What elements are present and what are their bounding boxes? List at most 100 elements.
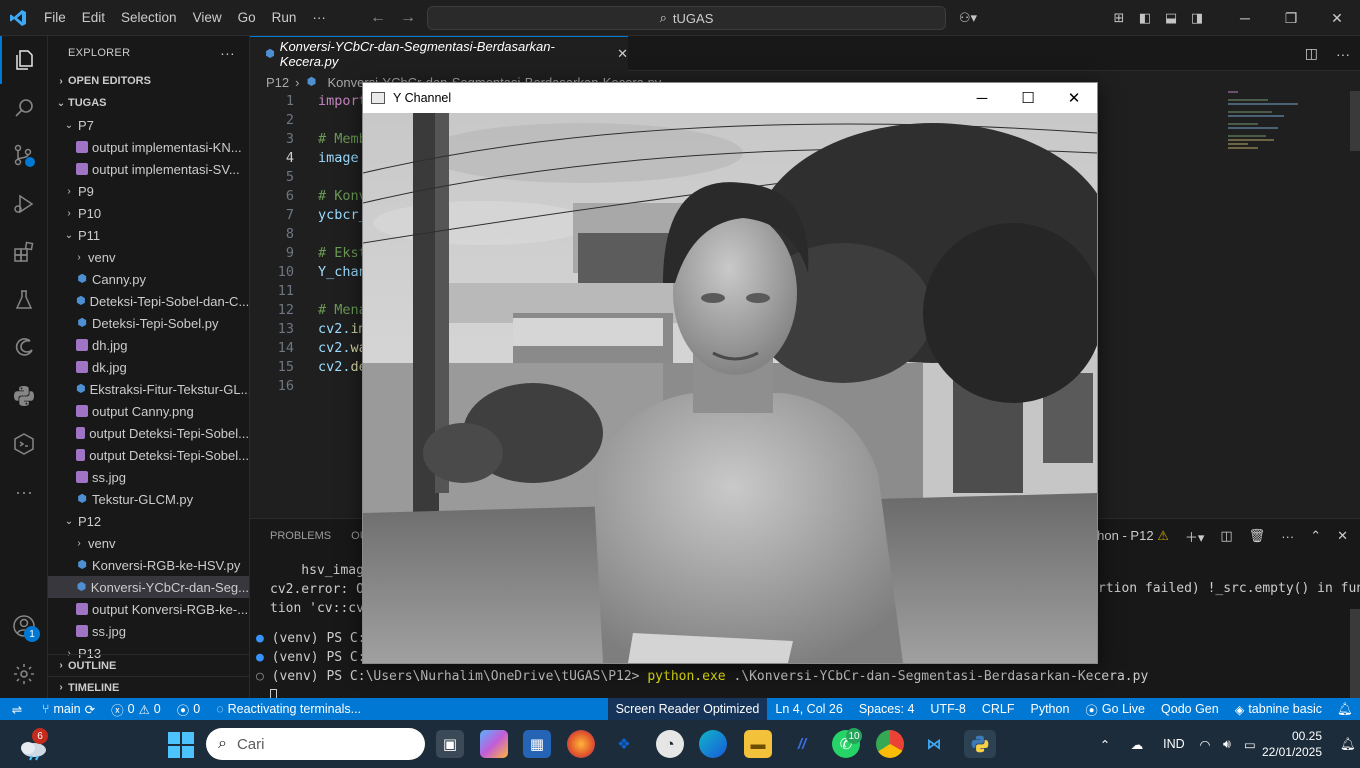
vscode-taskbar-icon[interactable]: ⋈ — [920, 730, 948, 758]
qodo-gen-button[interactable]: Qodo Gen — [1153, 698, 1227, 720]
menu-view[interactable]: View — [185, 0, 230, 36]
run-debug-icon[interactable] — [0, 180, 48, 228]
timeline-section[interactable]: › TIMELINE — [48, 676, 249, 698]
search-icon[interactable] — [0, 84, 48, 132]
remote-explorer-icon[interactable] — [0, 420, 48, 468]
toggle-sidebar-icon[interactable]: ◧ — [1132, 10, 1158, 26]
editor-scrollbar[interactable] — [1350, 91, 1360, 151]
language-mode[interactable]: Python — [1022, 698, 1077, 720]
folder-item[interactable]: › venv — [48, 246, 249, 268]
input-language[interactable]: IND — [1154, 737, 1194, 751]
taskbar-search[interactable]: ⌕ Cari — [206, 728, 425, 760]
file-item[interactable]: output Deteksi-Tepi-Sobel... — [48, 444, 249, 466]
dropbox-icon[interactable]: ❖ — [610, 730, 638, 758]
file-item[interactable]: ss.jpg — [48, 466, 249, 488]
minimap[interactable] — [1228, 91, 1348, 171]
activity-indicator[interactable]: ◌ Reactivating terminals... — [208, 698, 369, 720]
folder-item[interactable]: ⌄ P7 — [48, 114, 249, 136]
file-explorer-icon[interactable]: ▬ — [744, 730, 772, 758]
close-panel-icon[interactable]: ✕ — [1337, 528, 1348, 544]
accounts-icon[interactable]: 1 — [0, 602, 48, 650]
firefox-icon[interactable] — [567, 730, 595, 758]
manage-gear-icon[interactable] — [0, 650, 48, 698]
outline-section[interactable]: › OUTLINE — [48, 654, 249, 676]
toggle-panel-icon[interactable]: ⬓ — [1158, 10, 1184, 26]
close-icon[interactable]: ✕ — [1051, 83, 1097, 113]
cursor-position[interactable]: Ln 4, Col 26 — [767, 698, 850, 720]
menu-run[interactable]: Run — [264, 0, 305, 36]
notifications-icon[interactable]: 🔔︎ — [1336, 737, 1360, 752]
folder-item[interactable]: ⌄ P12 — [48, 510, 249, 532]
customize-layout-icon[interactable]: ⊞ — [1106, 10, 1132, 26]
maximize-icon[interactable]: ☐ — [1005, 83, 1051, 113]
restore-icon[interactable]: ❐ — [1268, 0, 1314, 36]
network-vpn-icon[interactable]: ☁ — [1120, 737, 1154, 752]
ports-indicator[interactable]: ⦿ 0 — [169, 698, 208, 720]
remote-indicator-icon[interactable]: ⇌ — [0, 698, 34, 720]
folder-item[interactable]: › venv — [48, 532, 249, 554]
folder-item[interactable]: ⌄ P11 — [48, 224, 249, 246]
menu-more[interactable]: ··· — [304, 0, 334, 36]
show-hidden-icons-icon[interactable]: ⌃ — [1090, 737, 1120, 752]
file-item[interactable]: output Konversi-RGB-ke-... — [48, 598, 249, 620]
screen-reader-mode[interactable]: Screen Reader Optimized — [607, 698, 768, 720]
command-center-search[interactable]: ⌕ tUGAS — [427, 6, 946, 30]
extensions-icon[interactable] — [0, 228, 48, 276]
go-live-button[interactable]: ⦿ Go Live — [1077, 698, 1153, 720]
folder-item[interactable]: › P9 — [48, 180, 249, 202]
explorer-icon[interactable] — [0, 36, 48, 84]
menu-selection[interactable]: Selection — [113, 0, 185, 36]
notifications-bell-icon[interactable]: 🔔︎ — [1330, 698, 1360, 720]
source-control-icon[interactable] — [0, 132, 48, 180]
breadcrumb-folder[interactable]: P12 — [266, 75, 289, 90]
copilot-app-icon[interactable] — [480, 730, 508, 758]
split-terminal-icon[interactable]: ◫ — [1220, 528, 1232, 544]
microsoft-store-icon[interactable]: ▦ — [523, 730, 551, 758]
file-item[interactable]: ⬢ Ekstraksi-Fitur-Tekstur-GL... — [48, 378, 249, 400]
indentation[interactable]: Spaces: 4 — [851, 698, 923, 720]
volume-icon[interactable]: 🔊︎ — [1216, 737, 1238, 752]
file-item[interactable]: ⬢ Canny.py — [48, 268, 249, 290]
back-arrow-icon[interactable]: ← — [370, 9, 386, 27]
menu-edit[interactable]: Edit — [74, 0, 113, 36]
more-actions-icon[interactable]: ··· — [1281, 529, 1294, 544]
clock-app-icon[interactable]: ◔ — [656, 730, 684, 758]
opencv-title-bar[interactable]: Y Channel ─ ☐ ✕ — [363, 83, 1097, 113]
close-tab-icon[interactable]: ✕ — [617, 46, 628, 62]
minimize-icon[interactable]: ─ — [959, 83, 1005, 113]
split-editor-icon[interactable]: ◫ — [1305, 45, 1318, 62]
file-item[interactable]: ⬢ Deteksi-Tepi-Sobel.py — [48, 312, 249, 334]
open-editors-section[interactable]: › OPEN EDITORS — [48, 70, 249, 92]
terminal-scrollbar[interactable] — [1350, 609, 1360, 699]
start-button[interactable] — [168, 732, 194, 758]
file-item[interactable]: ⬢ Deteksi-Tepi-Sobel-dan-C... — [48, 290, 249, 312]
line-endings[interactable]: CRLF — [974, 698, 1023, 720]
edge-icon[interactable] — [699, 730, 727, 758]
edge-devtools-icon[interactable] — [0, 324, 48, 372]
file-item[interactable]: output Deteksi-Tepi-Sobel... — [48, 422, 249, 444]
file-item[interactable]: ⬢ Tekstur-GLCM.py — [48, 488, 249, 510]
close-icon[interactable]: ✕ — [1314, 0, 1360, 36]
minimize-icon[interactable]: ─ — [1222, 0, 1268, 36]
maximize-panel-icon[interactable]: ⌃ — [1310, 528, 1321, 544]
file-item[interactable]: output implementasi-SV... — [48, 158, 249, 180]
testing-icon[interactable] — [0, 276, 48, 324]
wifi-icon[interactable]: ◠ — [1194, 737, 1216, 752]
encoding[interactable]: UTF-8 — [922, 698, 973, 720]
file-item[interactable]: output Canny.png — [48, 400, 249, 422]
workspace-root-section[interactable]: ⌄ TUGAS — [48, 92, 249, 114]
panel-tab-problems[interactable]: PROBLEMS — [270, 530, 331, 542]
new-terminal-icon[interactable]: ＋▾ — [1185, 527, 1205, 546]
editor-tab-active[interactable]: ⬢ Konversi-YCbCr-dan-Segmentasi-Berdasar… — [250, 36, 628, 71]
chrome-icon[interactable] — [876, 730, 904, 758]
kill-terminal-icon[interactable]: 🗑 — [1249, 528, 1266, 544]
folder-item[interactable]: › P10 — [48, 202, 249, 224]
git-branch[interactable]: ⑂ main ⟳ — [34, 698, 103, 720]
more-actions-icon[interactable]: ··· — [220, 45, 235, 61]
opencv-window[interactable]: Y Channel ─ ☐ ✕ — [362, 82, 1098, 664]
toggle-secondary-sidebar-icon[interactable]: ◨ — [1184, 10, 1210, 26]
file-item[interactable]: ⬢ Konversi-RGB-ke-HSV.py — [48, 554, 249, 576]
battery-icon[interactable]: ▭ — [1238, 737, 1262, 752]
file-item[interactable]: ss.jpg — [48, 620, 249, 642]
python-icon[interactable] — [0, 372, 48, 420]
